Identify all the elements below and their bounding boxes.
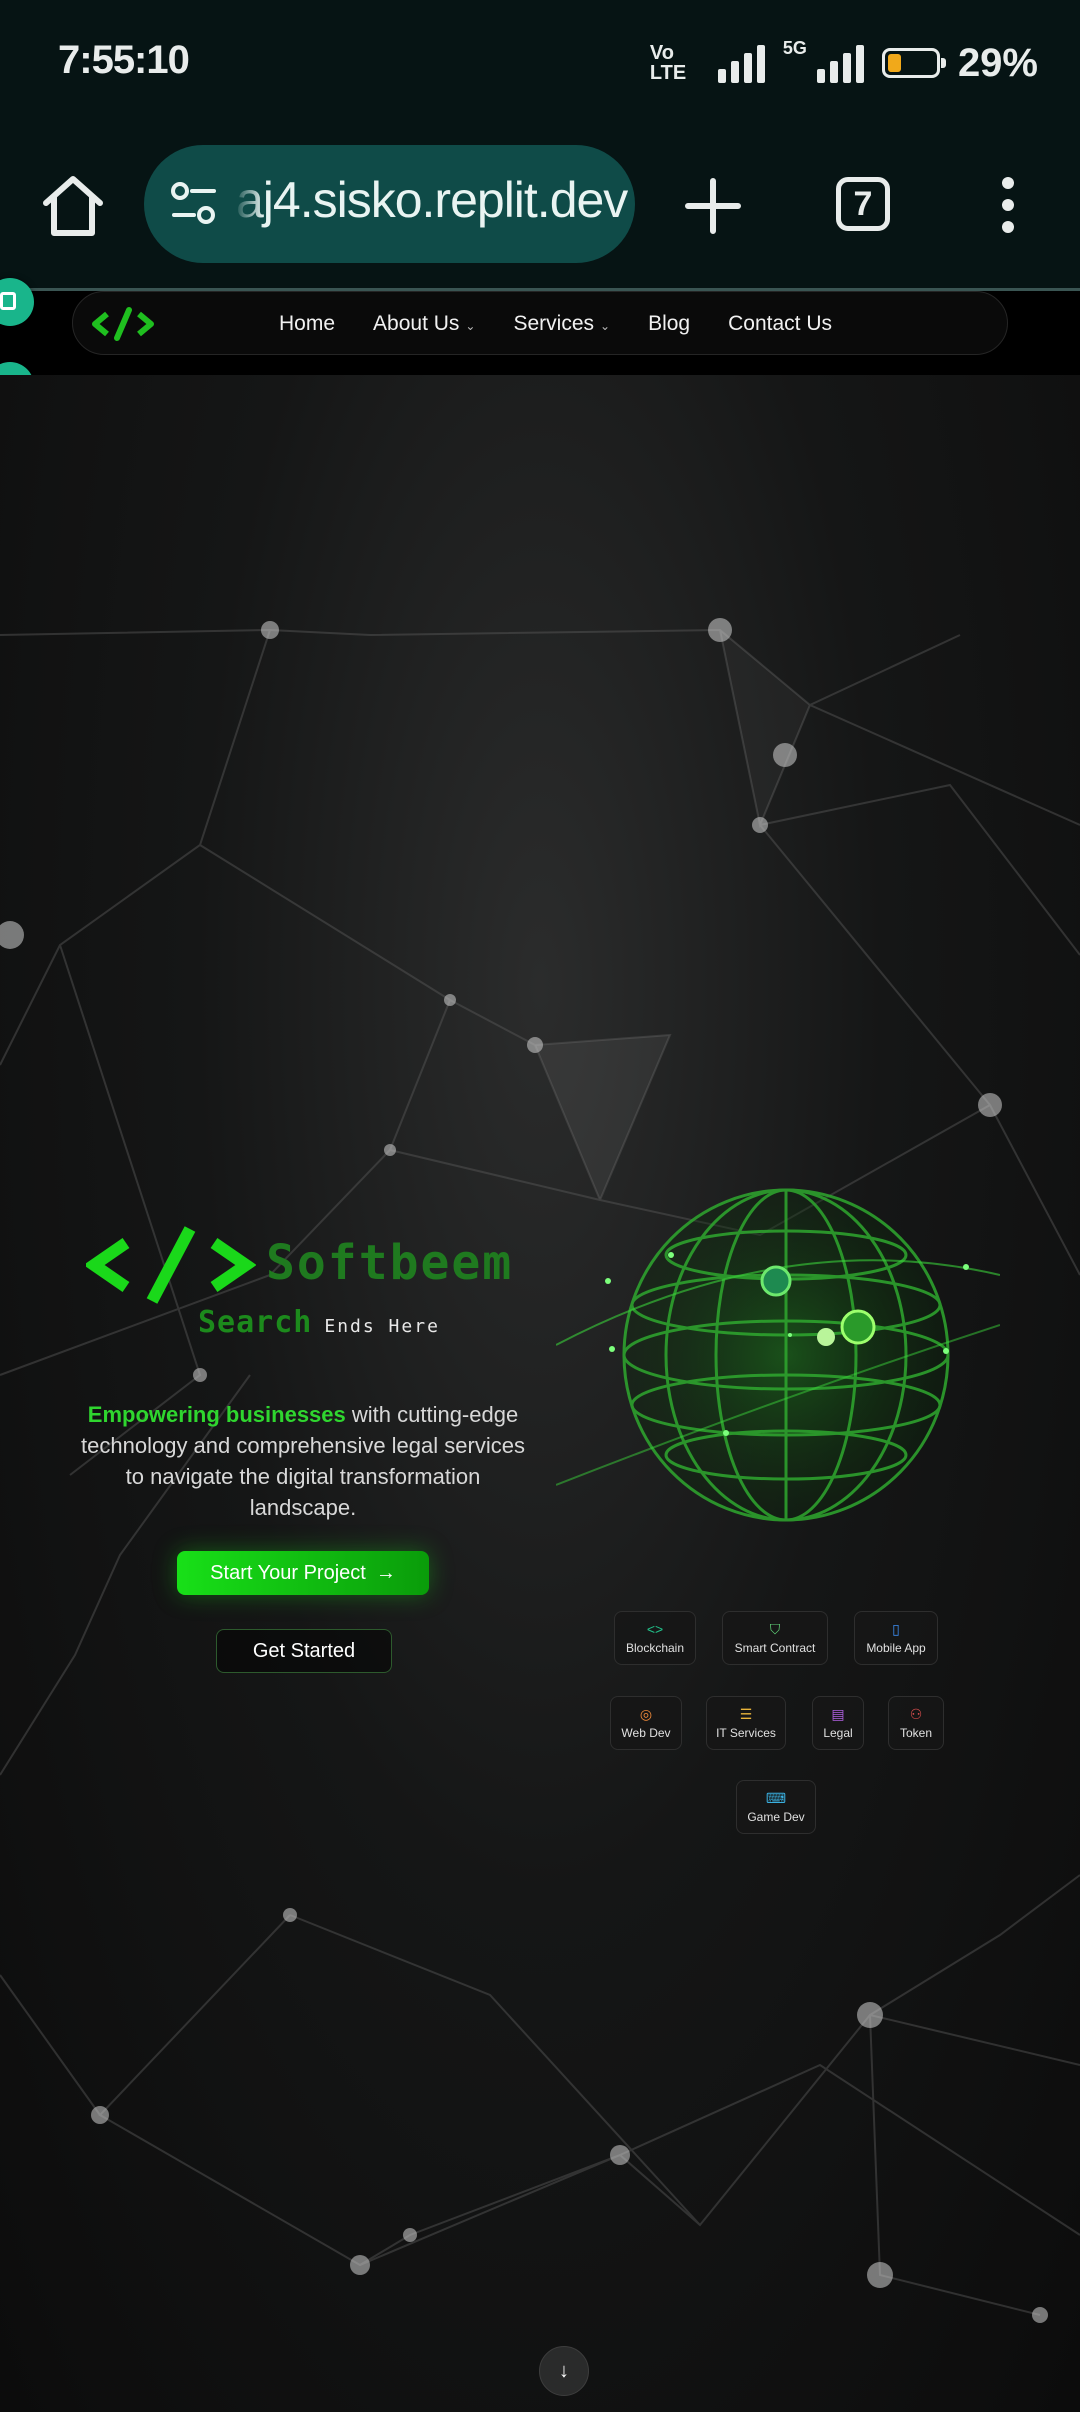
site-settings-icon[interactable]: [170, 181, 218, 227]
arrow-right-icon: →: [375, 1561, 396, 1584]
url-text: aj4.sisko.replit.dev: [236, 172, 628, 228]
brand-logo-icon: [86, 1226, 256, 1304]
home-icon[interactable]: [40, 173, 106, 239]
globe-icon: ◎: [639, 1706, 653, 1722]
shield-icon: ⛉: [769, 1621, 781, 1637]
start-project-label: Start Your Project: [210, 1561, 366, 1584]
tagline-rest: Ends Here: [324, 1316, 440, 1337]
coins-icon: ⚇: [909, 1706, 923, 1722]
code-logo-icon[interactable]: [91, 306, 155, 342]
nav-home[interactable]: Home: [279, 312, 335, 336]
battery-icon: [881, 48, 946, 78]
nav-bar: Home About Us ⌄ Services ⌄ Blog Contact Us: [72, 291, 1008, 355]
status-indicators: Vo LTE 5G 29%: [650, 38, 1038, 88]
chevron-down-icon: ⌄: [600, 319, 611, 333]
tagline: Search Ends Here: [198, 1305, 440, 1340]
status-time: 7:55:10: [58, 38, 190, 82]
volte-icon: Vo LTE: [649, 42, 687, 84]
battery-level: [887, 54, 901, 72]
service-chip-web-dev[interactable]: ◎ Web Dev: [610, 1696, 682, 1750]
service-chip-token[interactable]: ⚇ Token: [888, 1696, 944, 1750]
battery-percent: 29%: [957, 40, 1038, 85]
server-icon: ☰: [739, 1706, 753, 1722]
hero-section: Softbeem Search Ends Here Empowering bus…: [0, 375, 1080, 2412]
address-bar[interactable]: aj4.sisko.replit.dev: [144, 145, 635, 263]
url-fade: [234, 145, 264, 263]
nav-blog[interactable]: Blog: [648, 312, 690, 336]
signal-strength-icon-2: [816, 43, 864, 83]
smartphone-icon: ▯: [892, 1621, 900, 1637]
new-tab-icon[interactable]: [684, 177, 742, 235]
service-chip-smart-contract[interactable]: ⛉ Smart Contract: [722, 1611, 828, 1665]
more-menu-icon[interactable]: [996, 177, 1020, 237]
service-chip-blockchain[interactable]: <> Blockchain: [614, 1611, 696, 1665]
gamepad-icon: ⌨: [765, 1790, 787, 1806]
code-icon: <>: [646, 1621, 664, 1637]
nav-links: Home About Us ⌄ Services ⌄ Blog Contact Us: [279, 292, 870, 356]
service-chip-legal[interactable]: ▤ Legal: [812, 1696, 864, 1750]
tech-globe-illustration: [556, 1188, 1000, 1522]
hero-description: Empowering businesses with cutting-edge …: [70, 1399, 536, 1523]
tab-switcher-button[interactable]: 7: [836, 177, 890, 231]
description-highlight: Empowering businesses: [87, 1402, 346, 1427]
get-started-button[interactable]: Get Started: [216, 1629, 392, 1673]
site-header: Home About Us ⌄ Services ⌄ Blog Contact Us: [0, 291, 1080, 375]
start-project-button[interactable]: Start Your Project →: [177, 1551, 429, 1595]
service-chip-it-services[interactable]: ☰ IT Services: [706, 1696, 786, 1750]
browser-toolbar: aj4.sisko.replit.dev 7: [0, 125, 1080, 291]
nav-services[interactable]: Services ⌄: [513, 312, 610, 336]
signal-strength-icon: [717, 43, 765, 83]
nav-about-us[interactable]: About Us ⌄: [373, 312, 475, 336]
nav-contact-us[interactable]: Contact Us: [728, 312, 832, 336]
tagline-strong: Search: [198, 1305, 313, 1340]
scroll-down-button[interactable]: ↓: [539, 2346, 589, 2396]
network-type: 5G: [782, 38, 807, 58]
document-icon: ▤: [831, 1706, 845, 1722]
status-bar: 7:55:10 Vo LTE 5G 29%: [0, 0, 1080, 125]
brand-name: Softbeem: [266, 1235, 514, 1291]
service-chip-game-dev[interactable]: ⌨ Game Dev: [736, 1780, 816, 1834]
chevron-down-icon: ⌄: [465, 319, 476, 333]
service-chip-mobile-app[interactable]: ▯ Mobile App: [854, 1611, 938, 1665]
